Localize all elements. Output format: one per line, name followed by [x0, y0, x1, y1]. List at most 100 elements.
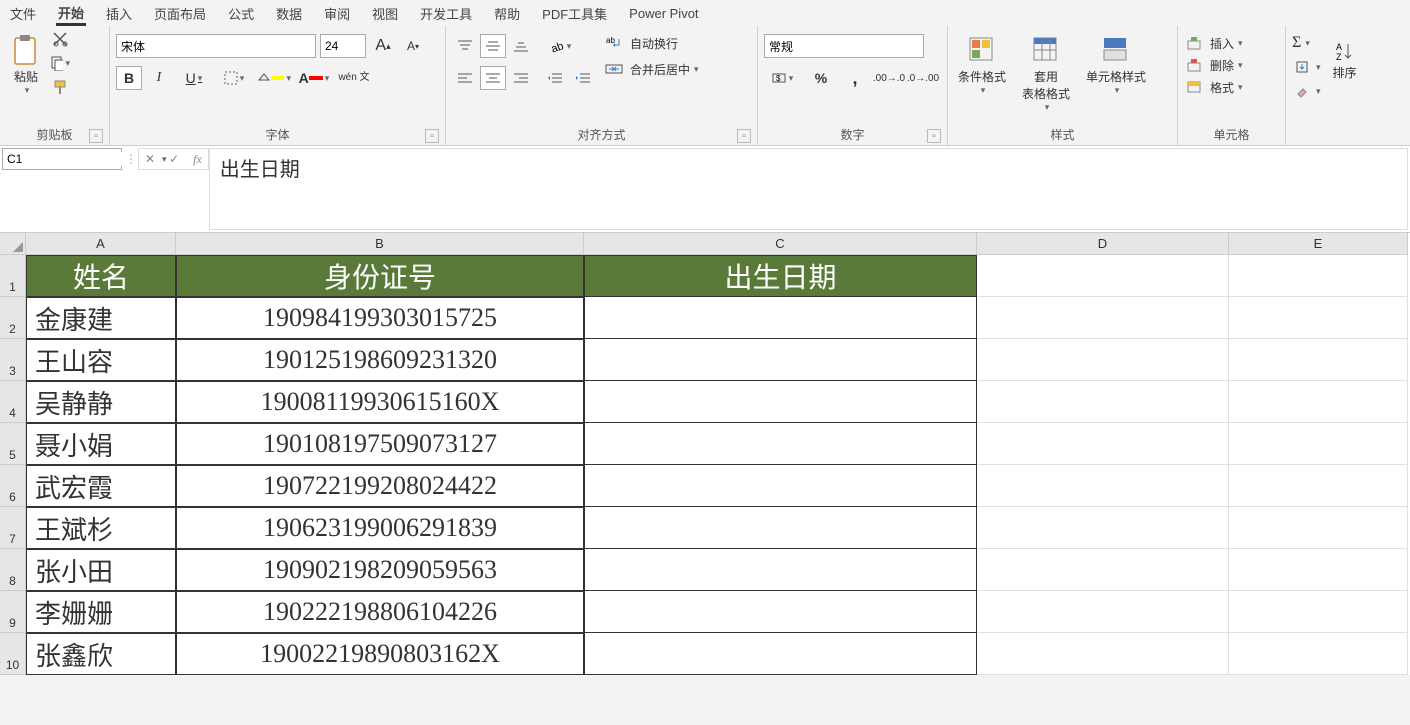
menu-help[interactable]: 帮助 [492, 2, 522, 25]
cell-A4[interactable]: 吴静静 [26, 381, 176, 423]
col-header-D[interactable]: D [977, 233, 1229, 255]
decrease-decimal-icon[interactable]: .0→.00 [910, 66, 936, 90]
cell-D4[interactable] [977, 381, 1229, 423]
cell-D1[interactable] [977, 255, 1229, 297]
cell-A5[interactable]: 聂小娟 [26, 423, 176, 465]
menu-home[interactable]: 开始 [56, 1, 86, 26]
row-header-9[interactable]: 9 [0, 591, 26, 633]
align-center-icon[interactable] [480, 66, 506, 90]
phonetic-button[interactable]: wén 文 [336, 66, 372, 90]
copy-icon[interactable]: ▾ [50, 54, 70, 72]
increase-indent-icon[interactable] [570, 66, 596, 90]
select-all-triangle[interactable] [0, 233, 26, 255]
col-header-A[interactable]: A [26, 233, 176, 255]
delete-cells-button[interactable]: 删除▾ [1184, 56, 1243, 74]
cell-E7[interactable] [1229, 507, 1408, 549]
insert-cells-button[interactable]: 插入▾ [1184, 34, 1243, 52]
name-box[interactable]: ▾ [2, 148, 122, 170]
cell-E3[interactable] [1229, 339, 1408, 381]
header-cell-id[interactable]: 身份证号 [176, 255, 584, 297]
row-header-2[interactable]: 2 [0, 297, 26, 339]
cell-E2[interactable] [1229, 297, 1408, 339]
row-header-8[interactable]: 8 [0, 549, 26, 591]
font-launcher-icon[interactable]: ▫ [425, 129, 439, 143]
fill-color-button[interactable]: ▾ [256, 66, 292, 90]
menu-file[interactable]: 文件 [8, 2, 38, 25]
cell-C9[interactable] [584, 591, 977, 633]
fill-button[interactable]: ▾ [1292, 58, 1321, 76]
menu-data[interactable]: 数据 [274, 2, 304, 25]
formula-bar[interactable]: 出生日期 [209, 148, 1408, 230]
cell-E10[interactable] [1229, 633, 1408, 675]
cell-D6[interactable] [977, 465, 1229, 507]
font-name-select[interactable] [116, 34, 316, 58]
autosum-button[interactable]: Σ▾ [1292, 34, 1321, 52]
align-left-icon[interactable] [452, 66, 478, 90]
alignment-launcher-icon[interactable]: ▫ [737, 129, 751, 143]
row-header-4[interactable]: 4 [0, 381, 26, 423]
cell-C3[interactable] [584, 339, 977, 381]
menu-insert[interactable]: 插入 [104, 2, 134, 25]
cell-B4[interactable]: 19008119930615160X [176, 381, 584, 423]
format-painter-icon[interactable] [50, 78, 70, 96]
font-color-button[interactable]: A▾ [296, 66, 332, 90]
cell-C5[interactable] [584, 423, 977, 465]
cell-C2[interactable] [584, 297, 977, 339]
cell-D5[interactable] [977, 423, 1229, 465]
decrease-font-icon[interactable]: A▾ [400, 34, 426, 58]
cell-E8[interactable] [1229, 549, 1408, 591]
enter-formula-icon[interactable]: ✓ [169, 152, 179, 166]
cell-B8[interactable]: 190902198209059563 [176, 549, 584, 591]
fx-icon[interactable]: fx [193, 152, 202, 167]
cell-styles-button[interactable]: 单元格样式▾ [1082, 30, 1150, 100]
cell-A2[interactable]: 金康建 [26, 297, 176, 339]
increase-decimal-icon[interactable]: .00→.0 [876, 66, 902, 90]
cell-A3[interactable]: 王山容 [26, 339, 176, 381]
row-header-1[interactable]: 1 [0, 255, 26, 297]
bold-button[interactable]: B [116, 66, 142, 90]
row-header-3[interactable]: 3 [0, 339, 26, 381]
col-header-B[interactable]: B [176, 233, 584, 255]
cell-A6[interactable]: 武宏霞 [26, 465, 176, 507]
header-cell-name[interactable]: 姓名 [26, 255, 176, 297]
cell-E4[interactable] [1229, 381, 1408, 423]
row-header-7[interactable]: 7 [0, 507, 26, 549]
orientation-button[interactable]: ab▾ [542, 34, 578, 58]
cell-A9[interactable]: 李姗姗 [26, 591, 176, 633]
cut-icon[interactable] [50, 30, 70, 48]
italic-button[interactable]: I [146, 66, 172, 90]
merge-center-button[interactable]: 合并后居中 ▾ [604, 60, 699, 78]
cell-C4[interactable] [584, 381, 977, 423]
format-cells-button[interactable]: 格式▾ [1184, 78, 1243, 96]
cell-D3[interactable] [977, 339, 1229, 381]
header-cell-dob[interactable]: 出生日期 [584, 255, 977, 297]
cell-C7[interactable] [584, 507, 977, 549]
row-header-10[interactable]: 10 [0, 633, 26, 675]
comma-button[interactable]: , [842, 66, 868, 90]
number-launcher-icon[interactable]: ▫ [927, 129, 941, 143]
format-as-table-button[interactable]: 套用 表格格式▾ [1018, 30, 1074, 117]
clipboard-launcher-icon[interactable]: ▫ [89, 129, 103, 143]
accounting-format-button[interactable]: $▾ [764, 66, 800, 90]
align-middle-icon[interactable] [480, 34, 506, 58]
cell-B2[interactable]: 190984199303015725 [176, 297, 584, 339]
cell-B10[interactable]: 19002219890803162X [176, 633, 584, 675]
wrap-text-button[interactable]: ab 自动换行 [604, 34, 699, 52]
number-format-select[interactable] [764, 34, 924, 58]
align-right-icon[interactable] [508, 66, 534, 90]
menu-view[interactable]: 视图 [370, 2, 400, 25]
cell-E6[interactable] [1229, 465, 1408, 507]
menu-pagelayout[interactable]: 页面布局 [152, 2, 208, 25]
sort-filter-button[interactable]: AZ 排序 [1329, 34, 1361, 85]
cell-D9[interactable] [977, 591, 1229, 633]
align-top-icon[interactable] [452, 34, 478, 58]
menu-pdftools[interactable]: PDF工具集 [540, 2, 609, 25]
cell-B3[interactable]: 190125198609231320 [176, 339, 584, 381]
col-header-E[interactable]: E [1229, 233, 1408, 255]
col-header-C[interactable]: C [584, 233, 977, 255]
cell-E1[interactable] [1229, 255, 1408, 297]
menu-developer[interactable]: 开发工具 [418, 2, 474, 25]
percent-button[interactable]: % [808, 66, 834, 90]
cell-B9[interactable]: 190222198806104226 [176, 591, 584, 633]
cell-D8[interactable] [977, 549, 1229, 591]
